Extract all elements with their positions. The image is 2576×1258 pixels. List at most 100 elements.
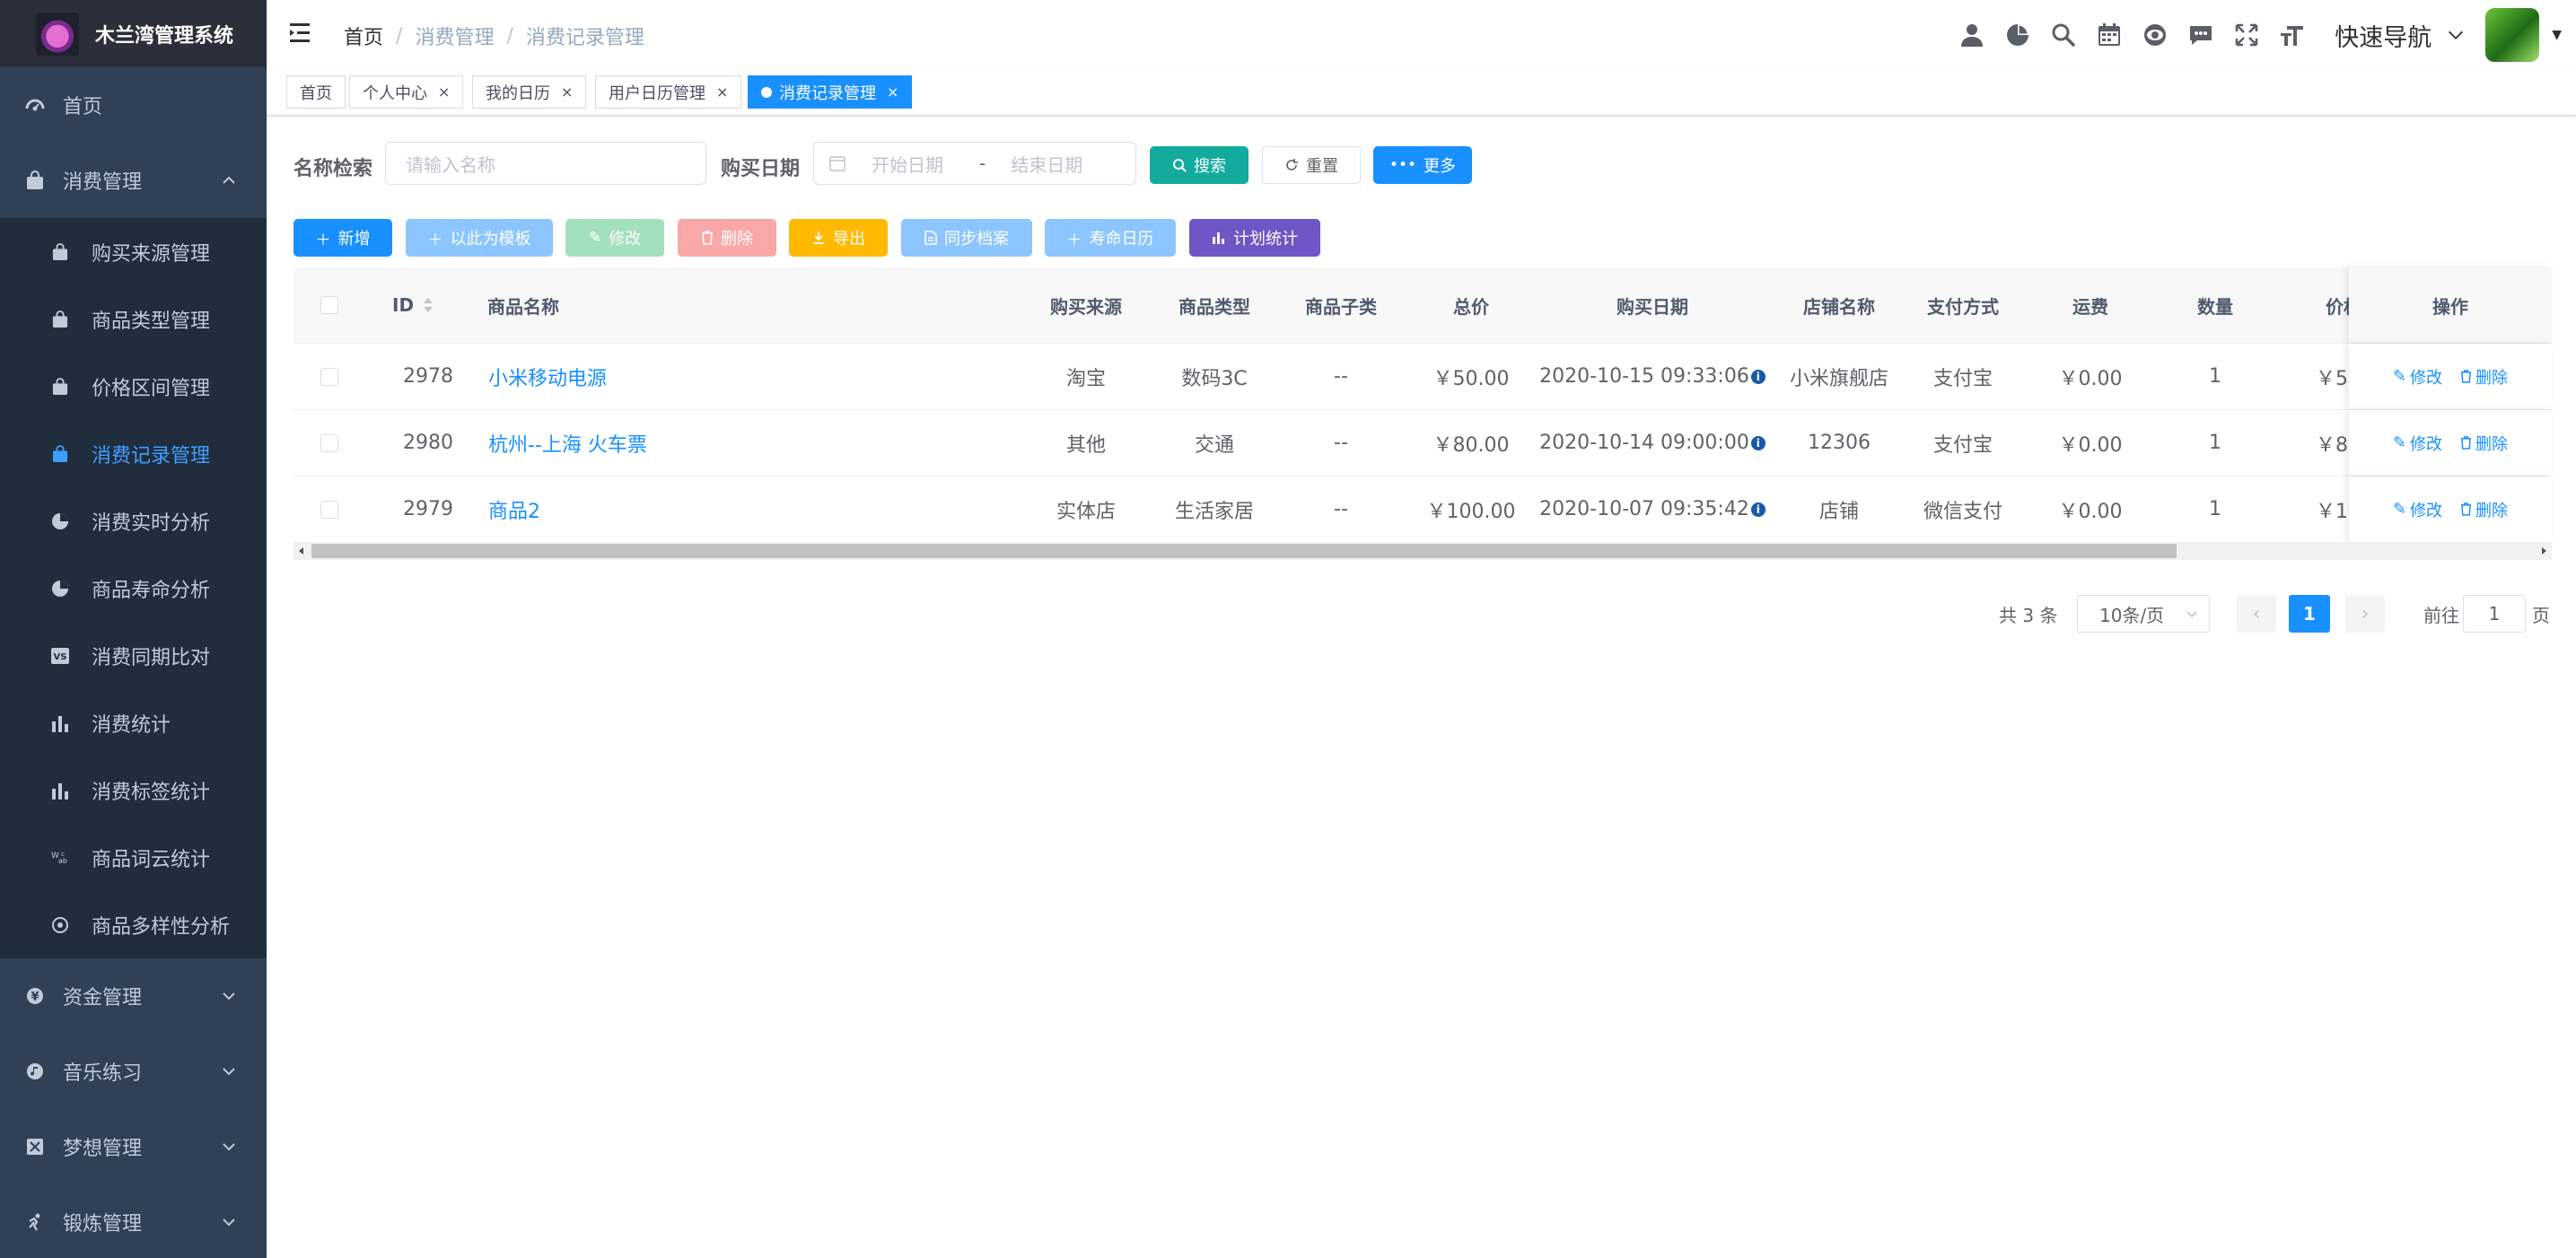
sidebar-item-period-compare[interactable]: VS 消费同期比对: [0, 622, 267, 689]
sidebar-item-realtime-analysis[interactable]: 消费实时分析: [0, 487, 267, 555]
sidebar-item-diversity[interactable]: 商品多样性分析: [0, 891, 267, 958]
sidebar-item-consumption[interactable]: 消费管理: [0, 143, 267, 218]
row-checkbox[interactable]: [320, 367, 338, 386]
close-icon[interactable]: ×: [887, 83, 898, 100]
table-row[interactable]: 2980 杭州--上海 火车票 其他 交通 -- ￥80.00 2020-10-…: [294, 410, 2552, 476]
message-icon[interactable]: [2177, 0, 2223, 70]
export-button[interactable]: 导出: [789, 219, 888, 257]
sidebar-item-price-range[interactable]: 价格区间管理: [0, 353, 267, 420]
page-number-current[interactable]: 1: [2289, 595, 2330, 633]
cell-type: 交通: [1194, 433, 1234, 457]
tag-home[interactable]: 首页: [286, 75, 346, 109]
close-icon[interactable]: ×: [561, 83, 573, 100]
fullscreen-icon[interactable]: [2223, 0, 2269, 70]
horizontal-scrollbar[interactable]: [294, 542, 2552, 560]
cell-name-link[interactable]: 杭州--上海 火车票: [488, 410, 847, 476]
info-icon[interactable]: i: [1750, 502, 1766, 517]
logo-area[interactable]: 木兰湾管理系统: [0, 0, 267, 67]
sort-icon[interactable]: [423, 297, 434, 313]
sidebar-item-goods-type[interactable]: 商品类型管理: [0, 285, 267, 353]
table-row[interactable]: 2979 商品2 实体店 生活家居 -- ￥100.00 2020-10-07 …: [294, 476, 2552, 543]
edit-icon: ✎: [2392, 367, 2407, 386]
row-edit-button[interactable]: ✎ 修改: [2393, 432, 2442, 455]
page-size-select[interactable]: 10条/页: [2077, 595, 2210, 633]
tag-consume-record[interactable]: 消费记录管理 ×: [748, 75, 913, 109]
edit-button[interactable]: ✎ 修改: [565, 219, 664, 257]
life-calendar-button[interactable]: ＋ 寿命日历: [1045, 219, 1176, 257]
scroll-right-icon[interactable]: [2539, 546, 2548, 555]
calendar-icon[interactable]: [2086, 0, 2132, 70]
sidebar-item-music[interactable]: 音乐练习: [0, 1034, 267, 1109]
breadcrumb-home[interactable]: 首页: [344, 22, 383, 50]
sidebar-item-wordcloud[interactable]: Wab c 商品词云统计: [0, 824, 267, 891]
delete-button[interactable]: 删除: [678, 219, 776, 257]
edit-icon: ✎: [588, 229, 602, 247]
row-checkbox[interactable]: [320, 500, 338, 519]
sidebar-item-statistics[interactable]: 消费统计: [0, 689, 267, 756]
tag-profile[interactable]: 个人中心 ×: [349, 75, 464, 109]
info-icon[interactable]: i: [1750, 369, 1766, 384]
row-checkbox-cell[interactable]: [294, 344, 365, 409]
sidebar-item-consume-record[interactable]: 消费记录管理: [0, 420, 267, 487]
add-button[interactable]: ＋ 新增: [294, 219, 392, 257]
search-button[interactable]: 搜索: [1150, 146, 1249, 184]
row-checkbox[interactable]: [320, 433, 338, 452]
pie-chart-icon[interactable]: [1994, 0, 2040, 70]
quick-nav-dropdown[interactable]: 快速导航: [2335, 18, 2466, 53]
sidebar-item-money[interactable]: ¥ 资金管理: [0, 958, 267, 1034]
row-edit-button[interactable]: ✎ 修改: [2393, 365, 2442, 389]
row-delete-button[interactable]: 删除: [2460, 365, 2508, 389]
reset-button[interactable]: 重置: [1262, 146, 1361, 184]
row-delete-button[interactable]: 删除: [2460, 498, 2508, 521]
scrollbar-thumb[interactable]: [311, 544, 2177, 558]
caret-down-icon[interactable]: ▼: [2552, 28, 2562, 42]
diversity-icon: [50, 915, 70, 935]
cell-qty: 1: [2209, 365, 2221, 388]
name-search-input[interactable]: 请输入名称: [385, 142, 706, 185]
sidebar-item-exercise[interactable]: 锻炼管理: [0, 1184, 267, 1258]
select-all-checkbox[interactable]: [320, 296, 338, 314]
sidebar-item-tag-statistics[interactable]: 消费标签统计: [0, 756, 267, 824]
sidebar-item-source[interactable]: 购买来源管理: [0, 218, 267, 285]
header-qty: 数量: [2197, 295, 2233, 318]
bar-chart-icon: [50, 781, 70, 800]
tag-label: 我的日历: [486, 83, 550, 103]
next-page-button[interactable]: ›: [2345, 595, 2385, 633]
sidebar-item-home[interactable]: 首页: [0, 67, 267, 143]
row-edit-button[interactable]: ✎ 修改: [2393, 498, 2442, 521]
row-delete-button[interactable]: 删除: [2460, 432, 2508, 455]
info-icon[interactable]: i: [1750, 435, 1766, 450]
hamburger-icon[interactable]: [290, 22, 315, 45]
sidebar-item-label: 音乐练习: [63, 1062, 143, 1085]
close-icon[interactable]: ×: [438, 83, 450, 100]
goto-page-input[interactable]: 1: [2463, 595, 2526, 633]
sync-archive-button[interactable]: 同步档案: [901, 219, 1032, 257]
sidebar-item-dream[interactable]: 梦想管理: [0, 1109, 267, 1184]
avatar[interactable]: [2485, 8, 2540, 62]
row-checkbox-cell[interactable]: [294, 476, 365, 542]
row-edit-label: 修改: [2410, 368, 2443, 388]
sidebar-item-label: 购买来源管理: [92, 242, 211, 266]
template-button[interactable]: ＋ 以此为模板: [406, 219, 553, 257]
search-icon[interactable]: [2040, 0, 2086, 70]
select-all-checkbox-cell[interactable]: [294, 267, 365, 343]
prev-page-button[interactable]: ‹: [2237, 595, 2276, 633]
scroll-left-icon[interactable]: [297, 546, 306, 555]
table-row[interactable]: 2978 小米移动电源 淘宝 数码3C -- ￥50.00 2020-10-15…: [294, 344, 2552, 410]
plus-icon: ＋: [1066, 231, 1082, 249]
tag-my-calendar[interactable]: 我的日历 ×: [472, 75, 587, 109]
eye-icon[interactable]: [2132, 0, 2177, 70]
more-button[interactable]: ••• 更多: [1373, 146, 1472, 184]
cell-name-link[interactable]: 小米移动电源: [488, 344, 847, 409]
close-icon[interactable]: ×: [716, 83, 728, 100]
tag-user-calendar[interactable]: 用户日历管理 ×: [595, 75, 742, 109]
font-size-icon[interactable]: [2269, 0, 2315, 70]
sidebar-item-life-analysis[interactable]: 商品寿命分析: [0, 555, 267, 622]
row-checkbox-cell[interactable]: [294, 410, 365, 476]
user-icon[interactable]: [1949, 0, 1994, 70]
date-range-picker[interactable]: 开始日期 - 结束日期: [813, 142, 1136, 185]
header-id[interactable]: ID: [392, 267, 464, 343]
plan-stat-button[interactable]: 计划统计: [1189, 219, 1320, 257]
row-edit-label: 修改: [2410, 434, 2443, 454]
cell-name-link[interactable]: 商品2: [488, 476, 847, 542]
